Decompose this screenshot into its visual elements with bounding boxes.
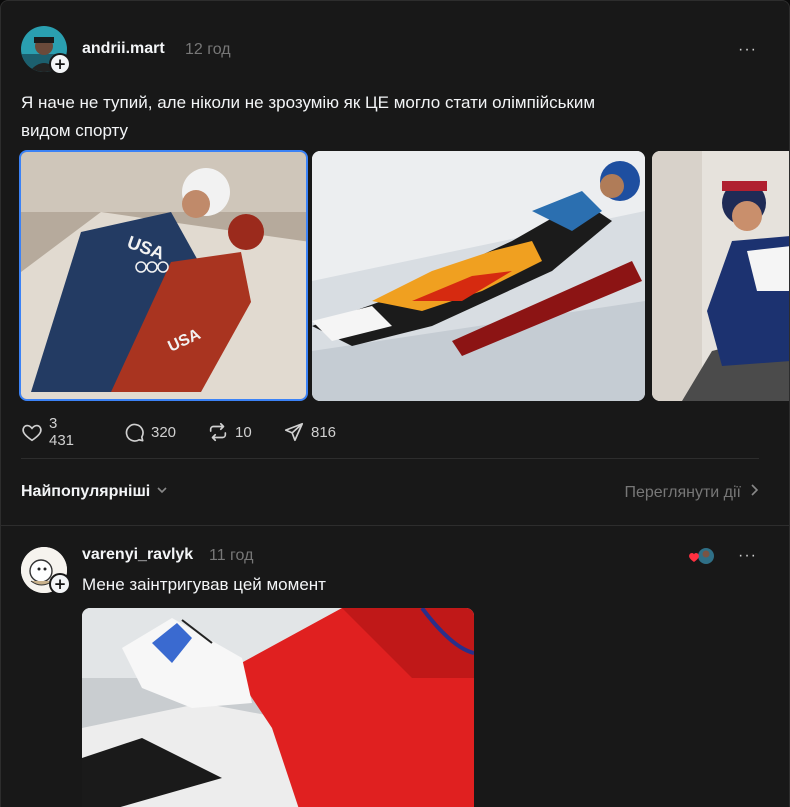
liked-by-author-icon — [689, 546, 715, 566]
thread-panel: + andrii.mart 12 год ··· Я наче не тупий… — [0, 0, 790, 807]
post-image-3[interactable] — [652, 151, 789, 401]
repost-count: 10 — [235, 423, 252, 441]
reply-username[interactable]: varenyi_ravlyk — [82, 546, 193, 564]
more-options-icon[interactable]: ··· — [738, 41, 757, 59]
share-count: 816 — [311, 423, 337, 441]
reply-timestamp[interactable]: 11 год — [209, 547, 253, 565]
post-text-line: видом спорту — [21, 121, 129, 140]
reply-image[interactable] — [82, 608, 474, 807]
divider — [1, 525, 789, 526]
like-count: 3 431 — [49, 415, 75, 449]
post-timestamp[interactable]: 12 год — [185, 41, 231, 59]
chevron-right-icon — [749, 483, 759, 502]
view-activity-label: Переглянути дії — [624, 483, 741, 501]
like-button[interactable]: 3 431 — [21, 415, 74, 449]
send-icon — [283, 421, 305, 443]
post-text: Я наче не тупий, але ніколи не зрозумію … — [21, 89, 741, 145]
divider — [21, 458, 759, 459]
comment-button[interactable]: 320 — [123, 420, 176, 444]
follow-plus-icon[interactable]: + — [49, 573, 71, 595]
repost-button[interactable]: 10 — [207, 420, 252, 444]
share-button[interactable]: 816 — [283, 420, 336, 444]
heart-icon — [21, 421, 43, 443]
repost-icon — [207, 421, 229, 443]
view-activity-link[interactable]: Переглянути дії — [624, 483, 759, 502]
post-text-line: Я наче не тупий, але ніколи не зрозумію … — [21, 93, 596, 112]
post-image-2[interactable] — [312, 151, 645, 401]
post-image-1[interactable]: USA USA — [19, 150, 308, 401]
comment-icon — [123, 421, 145, 443]
sort-label: Найпопулярніші — [21, 483, 151, 500]
sort-dropdown[interactable]: Найпопулярніші — [21, 483, 168, 501]
chevron-down-icon — [156, 483, 168, 501]
post-username[interactable]: andrii.mart — [82, 40, 165, 58]
reply-text: Мене заінтригував цей момент — [82, 575, 326, 594]
reply-more-options-icon[interactable]: ··· — [738, 547, 757, 565]
comment-count: 320 — [151, 423, 177, 441]
follow-plus-icon[interactable]: + — [49, 53, 71, 75]
